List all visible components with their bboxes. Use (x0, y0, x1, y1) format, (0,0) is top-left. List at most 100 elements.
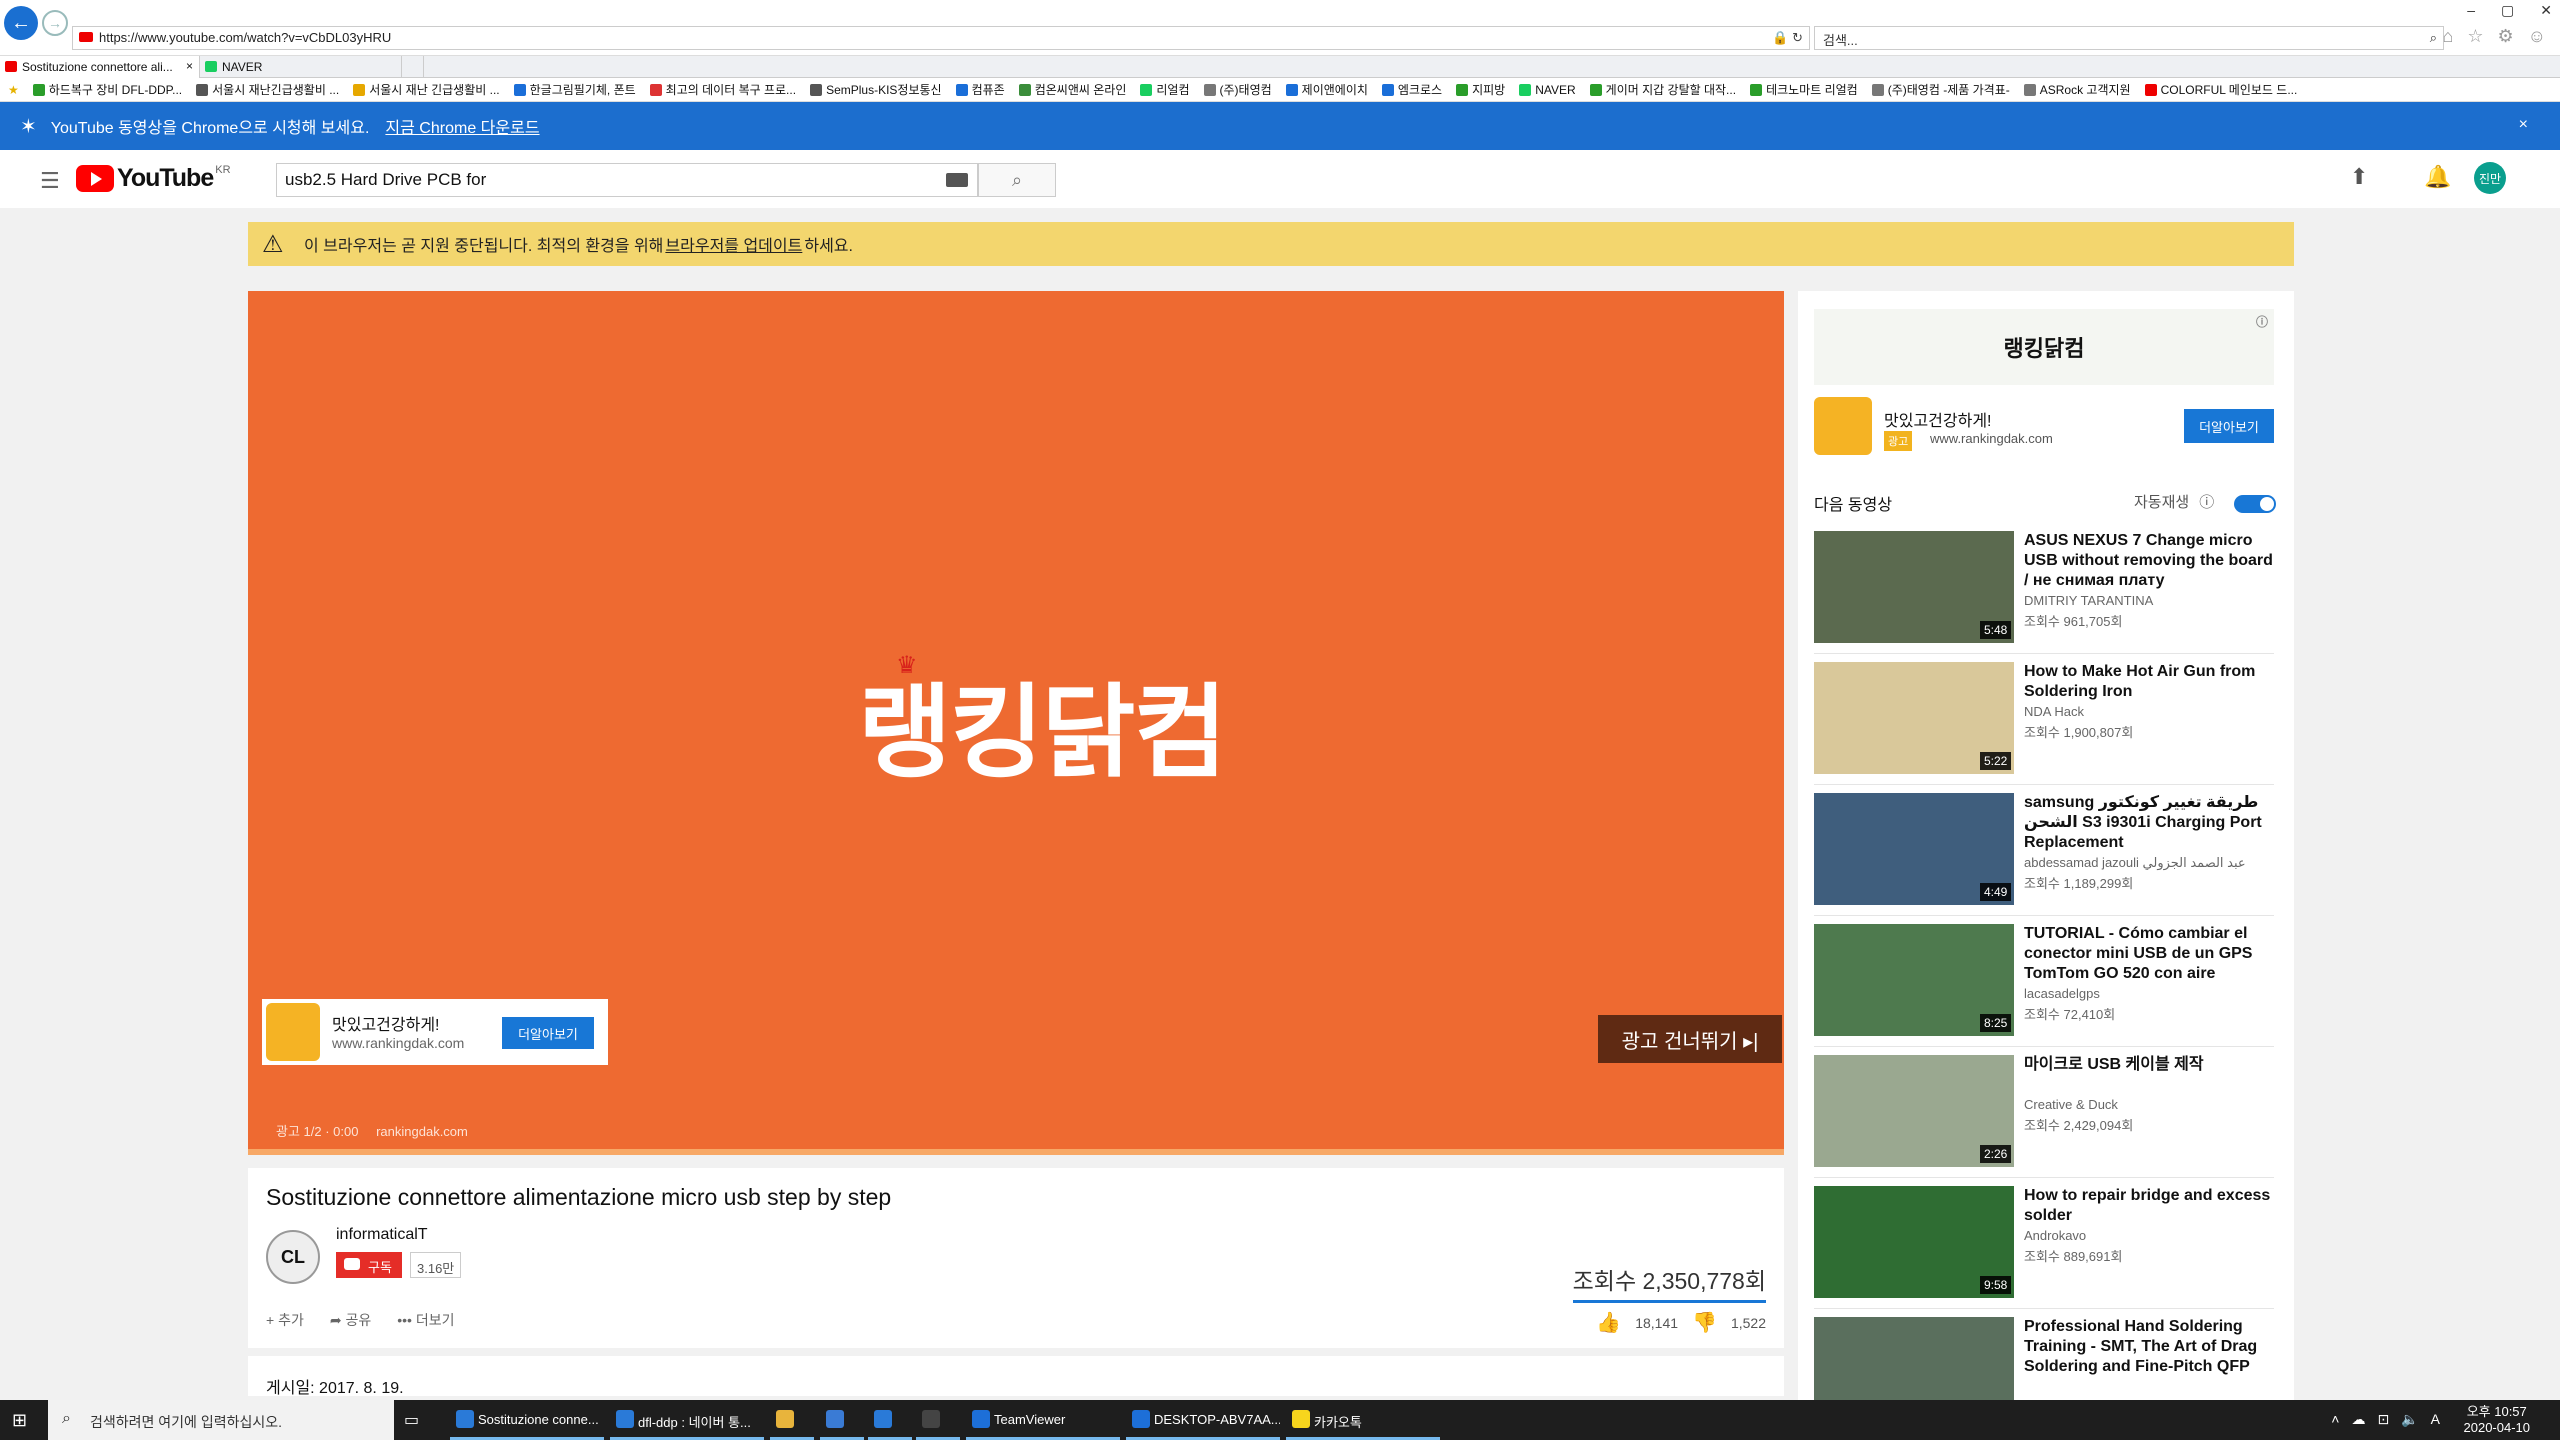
favorite-item[interactable]: 지피방 (1456, 81, 1505, 98)
autoplay-toggle[interactable] (2234, 495, 2276, 513)
search-icon[interactable]: ⌕ (2430, 30, 2437, 46)
taskbar-app[interactable]: dfl-ddp : 네이버 통... (610, 1400, 764, 1440)
recommended-channel[interactable]: abdessamad jazouli عبد الصمد الجزولي (2024, 855, 2246, 871)
minimize-button[interactable]: – (2467, 2, 2475, 19)
recommended-channel[interactable]: Creative & Duck (2024, 1097, 2118, 1112)
new-tab-button[interactable] (402, 56, 424, 78)
favorite-item[interactable]: 컴퓨존 (955, 81, 1005, 98)
recommended-title[interactable]: samsung طريقة تغيير كونكتور الشحن S3 i93… (2024, 793, 2274, 853)
recommended-video[interactable]: 9:58 How to repair bridge and excess sold… (1814, 1186, 2284, 1300)
more-button[interactable]: ••• 더보기 (397, 1310, 454, 1330)
network-icon[interactable]: ⊡ (2377, 1411, 2389, 1428)
close-tab-icon[interactable]: × (186, 59, 193, 73)
recommended-channel[interactable]: NDA Hack (2024, 704, 2084, 719)
chrome-download-link[interactable]: 지금 Chrome 다운로드 (385, 114, 539, 138)
browser-search-box[interactable]: 검색... ⌕ (1814, 26, 2444, 50)
ad-domain-link[interactable]: rankingdak.com (376, 1124, 468, 1139)
settings-gear-icon[interactable]: ⚙ (2497, 26, 2513, 47)
favorites-star-icon[interactable]: ☆ (2467, 26, 2483, 47)
taskbar-app[interactable] (868, 1400, 912, 1440)
taskbar-app[interactable]: 카카오톡 (1286, 1400, 1440, 1440)
ad-overlay-card[interactable]: 맛있고건강하게! www.rankingdak.com 더알아보기 (262, 999, 608, 1065)
recommended-title[interactable]: Professional Hand Soldering Training - S… (2024, 1317, 2274, 1377)
avatar[interactable]: 진만 (2474, 162, 2506, 194)
favorite-item[interactable]: 서울시 재난긴급생활비 ... (196, 81, 339, 98)
progress-bar[interactable] (248, 1149, 1784, 1155)
address-bar[interactable]: https://www.youtube.com/watch?v=vCbDL03y… (72, 26, 1810, 50)
favorite-item[interactable]: 엠크로스 (1381, 81, 1442, 98)
upload-icon[interactable]: ⬆ (2350, 164, 2368, 190)
smiley-icon[interactable]: ☺ (2528, 26, 2546, 47)
channel-name[interactable]: informaticalT (336, 1226, 428, 1244)
recommended-channel[interactable]: lacasadelgps (2024, 986, 2100, 1001)
info-icon[interactable]: ⓘ (2199, 494, 2214, 511)
forward-button[interactable]: → (42, 10, 68, 36)
ad-banner-image[interactable]: 랭킹닭컴 ⓘ (1814, 309, 2274, 385)
taskbar-app[interactable]: TeamViewer (966, 1400, 1120, 1440)
recommended-video[interactable]: 5:22 How to Make Hot Air Gun from Solderi… (1814, 662, 2284, 776)
favorite-item[interactable]: ASRock 고객지원 (2023, 81, 2131, 98)
recommended-channel[interactable]: Androkavo (2024, 1228, 2086, 1243)
recommended-video[interactable]: 5:48 ASUS NEXUS 7 Change micro USB withou… (1814, 531, 2284, 645)
recommended-video[interactable]: 2:26 마이크로 USB 케이블 제작 Creative & Duck 조회수 2,… (1814, 1055, 2284, 1169)
thumbs-up-icon[interactable]: 👍 (1596, 1310, 1621, 1335)
favorite-item[interactable]: COLORFUL 메인보드 드... (2144, 81, 2297, 98)
task-view-icon[interactable]: ▭ (404, 1410, 419, 1430)
recommended-title[interactable]: How to repair bridge and excess solder (2024, 1186, 2274, 1226)
search-button[interactable]: ⌕ (978, 163, 1056, 197)
favorite-item[interactable]: (주)태영컴 -제품 가격표- (1871, 81, 2010, 98)
favorite-item[interactable]: 서울시 재난 긴급생활비 ... (353, 81, 500, 98)
keyboard-icon[interactable] (946, 173, 968, 187)
favorite-item[interactable]: (주)태영컴 (1203, 81, 1272, 98)
update-browser-link[interactable]: 브라우저를 업데이트 (665, 232, 802, 256)
recommended-channel[interactable]: DMITRIY TARANTINA (2024, 593, 2153, 608)
notifications-bell-icon[interactable]: 🔔 (2424, 164, 2451, 190)
recommended-video[interactable]: 8:25 TUTORIAL - Cómo cambiar el conector … (1814, 924, 2284, 1038)
recommended-title[interactable]: 마이크로 USB 케이블 제작 (2024, 1055, 2274, 1075)
taskbar-app[interactable]: Sostituzione conne... (450, 1400, 604, 1440)
taskbar-app[interactable] (916, 1400, 960, 1440)
youtube-logo[interactable]: YouTube KR (76, 164, 231, 193)
ime-icon[interactable]: A (2431, 1411, 2440, 1428)
search-input[interactable]: usb2.5 Hard Drive PCB for (276, 163, 978, 197)
subscribe-button[interactable]: 구독 (336, 1252, 402, 1278)
recommended-video[interactable]: 4:49 samsung طريقة تغيير كونكتور الشحن S3… (1814, 793, 2284, 907)
thumbs-down-icon[interactable]: 👎 (1692, 1310, 1717, 1335)
taskbar-app[interactable] (820, 1400, 864, 1440)
chevron-up-icon[interactable]: ˄ (2331, 1411, 2339, 1428)
recommended-title[interactable]: ASUS NEXUS 7 Change micro USB without re… (2024, 531, 2274, 591)
share-button[interactable]: ➦ 공유 (330, 1310, 371, 1330)
taskbar-app[interactable]: DESKTOP-ABV7AA... (1126, 1400, 1280, 1440)
favorite-item[interactable]: 리얼컴 (1140, 81, 1190, 98)
info-icon[interactable]: ⓘ (2256, 313, 2268, 330)
recommended-video[interactable]: Professional Hand Soldering Training - S… (1814, 1317, 2284, 1401)
recommended-title[interactable]: TUTORIAL - Cómo cambiar el conector mini… (2024, 924, 2274, 984)
clock[interactable]: 오후 10:57 2020-04-10 (2464, 1404, 2531, 1436)
favorite-item[interactable]: NAVER (1519, 83, 1576, 97)
home-icon[interactable]: ⌂ (2442, 26, 2453, 47)
favorite-item[interactable]: 제이앤에이치 (1285, 81, 1368, 98)
tab-naver[interactable]: NAVER (200, 56, 402, 78)
favorite-item[interactable]: 테크노마트 리얼컴 (1750, 81, 1858, 98)
windows-start-icon[interactable]: ⊞ (12, 1410, 27, 1431)
lock-icon[interactable]: 🔒 ↻ (1772, 30, 1803, 46)
favorite-item[interactable]: SemPlus-KIS정보통신 (810, 81, 942, 98)
favorite-item[interactable]: 한글그림필기체, 폰트 (513, 81, 636, 98)
menu-icon[interactable]: ☰ (40, 168, 60, 194)
channel-avatar[interactable]: CL (266, 1230, 320, 1284)
learn-more-button[interactable]: 더알아보기 (502, 1017, 594, 1049)
maximize-button[interactable]: ▢ (2501, 2, 2514, 19)
add-to-button[interactable]: + 추가 (266, 1310, 304, 1330)
sidebar-learn-more-button[interactable]: 더알아보기 (2184, 409, 2274, 443)
favorite-item[interactable]: 게이머 지갑 강탈할 대작... (1589, 81, 1736, 98)
favorite-item[interactable]: 최고의 데이터 복구 프로... (649, 81, 796, 98)
favorite-item[interactable]: 컴온씨앤씨 온라인 (1018, 81, 1126, 98)
close-icon[interactable]: × (2519, 116, 2528, 134)
video-player[interactable]: ♛ 랭킹닭컴 맛있고건강하게! www.rankingdak.com 더알아보기… (248, 291, 1784, 1155)
favorite-item[interactable]: 하드복구 장비 DFL-DDP... (32, 81, 182, 98)
cloud-icon[interactable]: ☁ (2351, 1411, 2365, 1428)
close-window-button[interactable]: ✕ (2540, 2, 2552, 19)
recommended-title[interactable]: How to Make Hot Air Gun from Soldering I… (2024, 662, 2274, 702)
back-button[interactable]: ← (4, 6, 38, 40)
volume-icon[interactable]: 🔈 (2401, 1411, 2418, 1428)
